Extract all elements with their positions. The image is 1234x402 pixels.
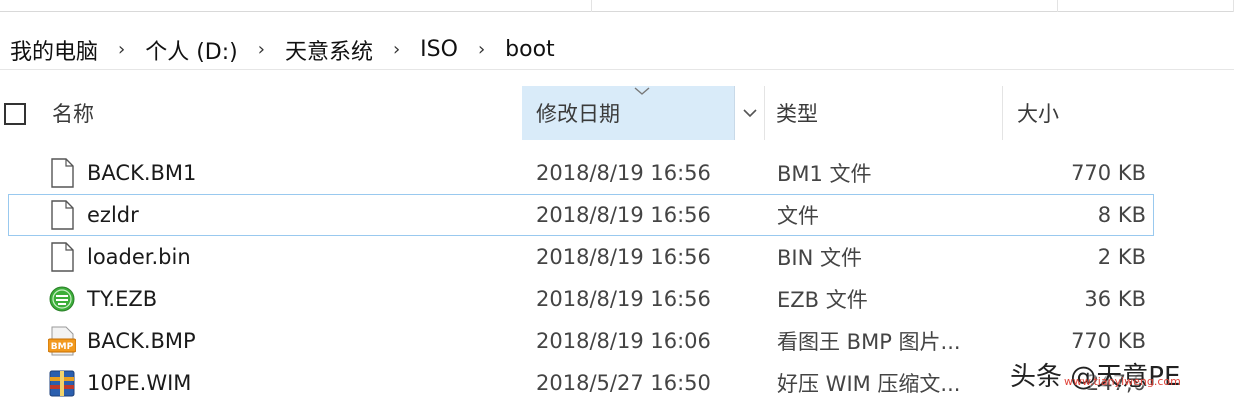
breadcrumb-chevron-icon[interactable]: › [118,40,125,59]
file-type: 看图王 BMP 图片... [777,330,961,354]
file-type: 好压 WIM 压缩文... [777,372,961,396]
ribbon-group [0,0,592,12]
column-header-size[interactable]: 大小 [1002,86,1234,140]
file-name: 10PE.WIM [87,371,192,395]
file-date: 2018/8/19 16:56 [536,245,711,269]
file-size: 8 KB [1097,203,1146,227]
archive-icon [49,370,75,397]
file-row[interactable]: BACK.BM1 2018/8/19 16:56 BM1 文件 770 KB [0,152,1234,194]
bmp-image-icon: BMP [48,326,76,356]
ribbon-strip [0,0,1234,12]
file-type: 文件 [777,204,819,228]
column-header-name[interactable]: 名称 [52,86,94,140]
file-date: 2018/5/27 16:50 [536,371,711,395]
column-dropdown-button[interactable] [734,86,764,140]
chevron-down-icon [742,109,757,118]
column-header-row: 名称 修改日期 类型 大小 [0,86,1234,140]
breadcrumb-chevron-icon[interactable]: › [258,40,265,59]
file-type: BIN 文件 [777,246,862,270]
green-disc-icon [49,286,75,312]
file-row-selected[interactable]: ezldr 2018/8/19 16:56 文件 8 KB [0,194,1234,236]
breadcrumb-item-drive[interactable]: 个人 (D:) [145,34,238,66]
file-date: 2018/8/19 16:06 [536,329,711,353]
breadcrumb-chevron-icon[interactable]: › [393,40,400,59]
file-size: 2 KB [1097,245,1146,269]
file-row[interactable]: TY.EZB 2018/8/19 16:56 EZB 文件 36 KB [0,278,1234,320]
file-date: 2018/8/19 16:56 [536,161,711,185]
file-row[interactable]: loader.bin 2018/8/19 16:56 BIN 文件 2 KB [0,236,1234,278]
watermark-url: www.tianyiweng.com [1064,375,1181,388]
ribbon-group [592,0,1058,12]
ribbon-group [1058,0,1234,12]
address-bar[interactable]: 我的电脑 › 个人 (D:) › 天意系统 › ISO › boot [0,30,1234,70]
file-date: 2018/8/19 16:56 [536,203,711,227]
generic-file-icon [51,200,74,230]
file-size: 770 KB [1071,161,1146,185]
column-divider[interactable] [764,86,765,140]
breadcrumb-item-my-computer[interactable]: 我的电脑 [10,34,98,66]
file-date: 2018/8/19 16:56 [536,287,711,311]
file-name: loader.bin [87,245,191,269]
file-size: 36 KB [1084,287,1146,311]
file-name: ezldr [87,203,139,227]
generic-file-icon [51,242,74,272]
sort-ascending-icon [634,87,650,95]
file-name: BACK.BM1 [87,161,197,185]
breadcrumb-item-folder[interactable]: ISO [420,37,458,62]
file-name: TY.EZB [87,287,158,311]
breadcrumb-item-current[interactable]: boot [505,37,555,62]
breadcrumb-chevron-icon[interactable]: › [478,40,485,59]
file-type: EZB 文件 [777,288,868,312]
breadcrumb-item-folder[interactable]: 天意系统 [285,34,373,66]
column-header-type[interactable]: 类型 [776,86,818,140]
generic-file-icon [51,158,74,188]
file-type: BM1 文件 [777,162,872,186]
column-header-date[interactable]: 修改日期 [522,86,734,140]
file-name: BACK.BMP [87,329,196,353]
svg-text:BMP: BMP [51,342,74,352]
